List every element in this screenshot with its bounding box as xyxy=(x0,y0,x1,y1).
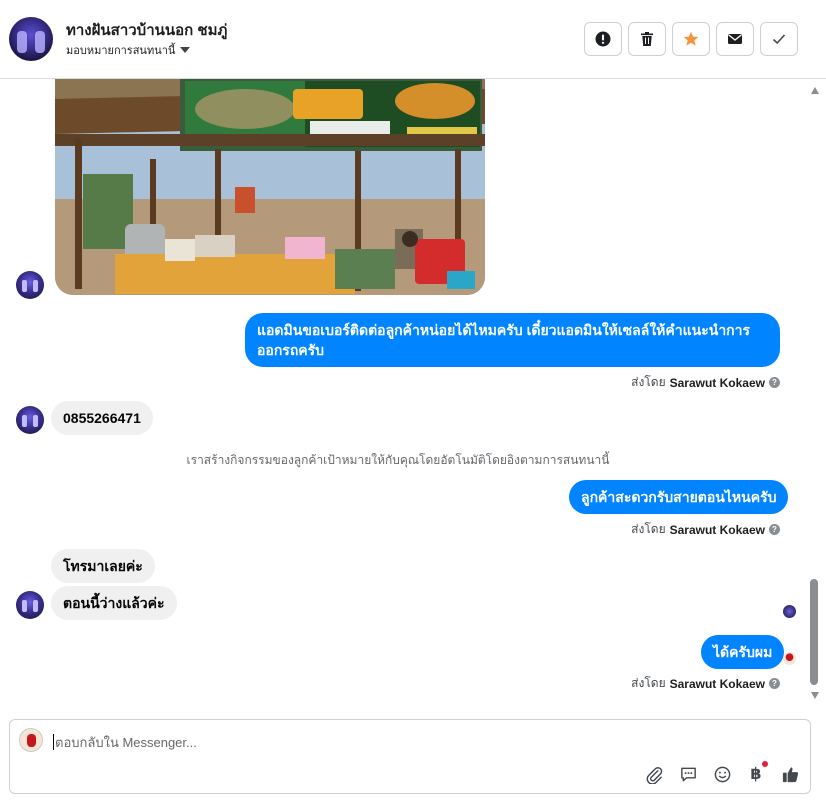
conversation-actions xyxy=(584,22,798,56)
sent-by-name[interactable]: Sarawut Kokaew xyxy=(670,376,765,390)
delete-button[interactable] xyxy=(628,22,666,56)
scroll-thumb[interactable] xyxy=(810,579,818,685)
info-icon[interactable]: ? xyxy=(769,524,780,535)
thumbs-up-icon xyxy=(782,766,798,782)
page-avatar xyxy=(19,728,43,752)
sent-by-label: ส่งโดย Sarawut Kokaew ? xyxy=(631,674,780,693)
info-icon[interactable]: ? xyxy=(769,678,780,689)
composer-tools: ฿ xyxy=(642,761,802,786)
scroll-down-arrow-icon[interactable] xyxy=(811,692,819,699)
sent-by-name[interactable]: Sarawut Kokaew xyxy=(670,523,765,537)
mark-unread-button[interactable] xyxy=(716,22,754,56)
baht-icon: ฿ xyxy=(750,766,762,783)
roadside-food-stall-image xyxy=(55,79,485,295)
system-notice: เราสร้างกิจกรรมของลูกค้าเป้าหมายให้กับคุ… xyxy=(186,453,610,467)
incoming-message[interactable]: ตอนนี้ว่างแล้วค่ะ xyxy=(51,586,177,620)
scroll-up-arrow-icon[interactable] xyxy=(811,87,819,94)
read-receipt-avatar xyxy=(783,652,796,665)
sent-by-prefix: ส่งโดย xyxy=(631,375,666,389)
contact-name[interactable]: ทางฝันสาวบ้านนอก ชมภู่ xyxy=(66,18,227,42)
star-button[interactable] xyxy=(672,22,710,56)
paperclip-icon xyxy=(646,766,662,784)
saved-replies-button[interactable] xyxy=(676,762,700,786)
info-icon[interactable]: ? xyxy=(769,377,780,388)
contact-avatar[interactable] xyxy=(9,17,53,61)
seen-by-contact-avatar xyxy=(783,605,796,618)
chat-bubble-icon xyxy=(680,767,696,781)
outgoing-message[interactable]: แอดมินขอเบอร์ติดต่อลูกค้าหน่อยได้ไหมครับ… xyxy=(245,313,780,367)
outgoing-message[interactable]: ลูกค้าสะดวกรับสายตอนไหนครับ xyxy=(569,480,789,514)
star-icon xyxy=(683,31,699,46)
notification-dot xyxy=(762,761,768,767)
checkmark-icon xyxy=(772,34,786,45)
caret-down-icon xyxy=(180,47,191,53)
shared-photo[interactable] xyxy=(55,79,485,295)
message-scrollbar[interactable] xyxy=(806,79,826,710)
contact-avatar-small[interactable] xyxy=(16,406,44,434)
outgoing-message[interactable]: ได้ครับผม xyxy=(701,635,785,669)
emoji-button[interactable] xyxy=(710,762,734,786)
exclamation-circle-icon xyxy=(595,31,611,47)
contact-avatar-small[interactable] xyxy=(16,591,44,619)
conversation-header: ทางฝันสาวบ้านนอก ชมภู่ มอบหมายการสนทนานี… xyxy=(0,0,826,79)
assign-conversation-dropdown[interactable]: มอบหมายการสนทนานี้ xyxy=(66,41,191,59)
envelope-icon xyxy=(728,34,742,44)
sent-by-prefix: ส่งโดย xyxy=(631,522,666,536)
reply-input[interactable] xyxy=(55,731,655,753)
incoming-message[interactable]: โทรมาเลยค่ะ xyxy=(51,549,155,583)
trash-icon xyxy=(641,32,653,46)
payment-button[interactable]: ฿ xyxy=(744,761,768,786)
attach-button[interactable] xyxy=(642,762,666,786)
incoming-message[interactable]: 0855266471 xyxy=(51,401,153,435)
sent-by-label: ส่งโดย Sarawut Kokaew ? xyxy=(631,520,780,539)
sent-by-prefix: ส่งโดย xyxy=(631,676,666,690)
text-cursor xyxy=(53,734,54,750)
sent-by-name[interactable]: Sarawut Kokaew xyxy=(670,677,765,691)
assign-label: มอบหมายการสนทนานี้ xyxy=(66,45,176,57)
mark-done-button[interactable] xyxy=(760,22,798,56)
reply-composer: ฿ xyxy=(9,719,811,794)
smiley-icon xyxy=(714,766,730,782)
sent-by-label: ส่งโดย Sarawut Kokaew ? xyxy=(631,373,780,392)
like-button[interactable] xyxy=(778,762,802,786)
contact-avatar-small[interactable] xyxy=(16,271,44,299)
mark-spam-button[interactable] xyxy=(584,22,622,56)
